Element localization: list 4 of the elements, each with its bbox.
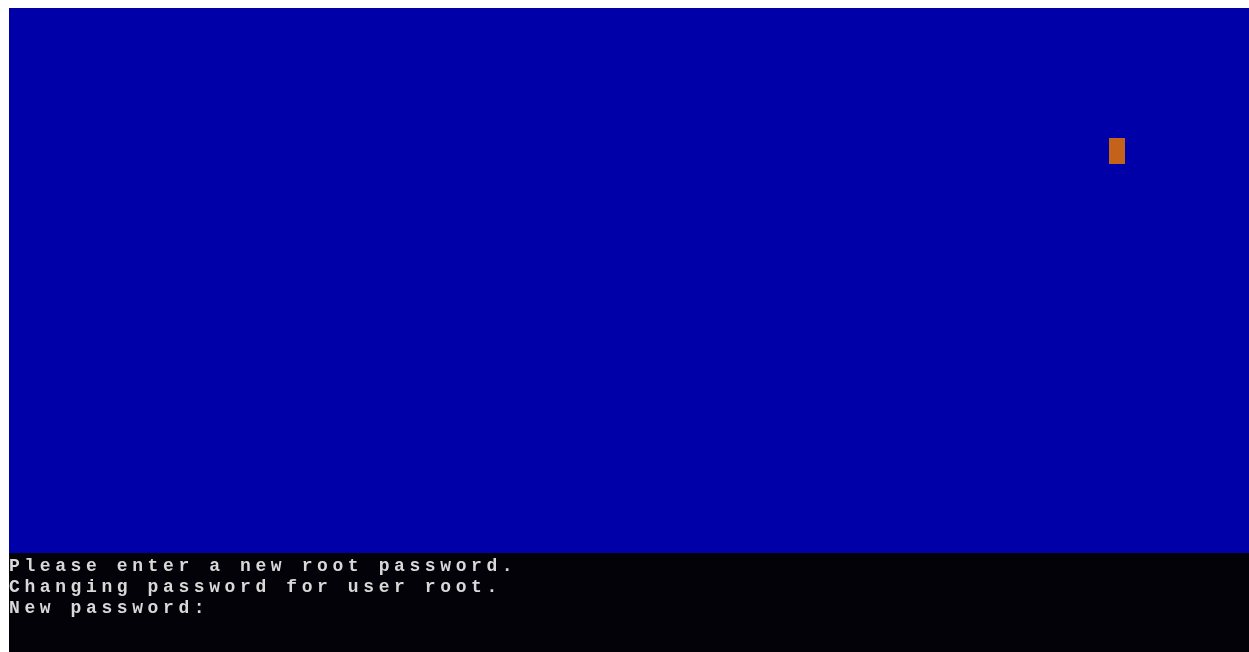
- password-prompt: New password:: [9, 598, 210, 619]
- console-line: Changing password for user root.: [9, 577, 502, 598]
- cursor-block: [1109, 138, 1125, 164]
- console-line: Please enter a new root password.: [9, 556, 518, 577]
